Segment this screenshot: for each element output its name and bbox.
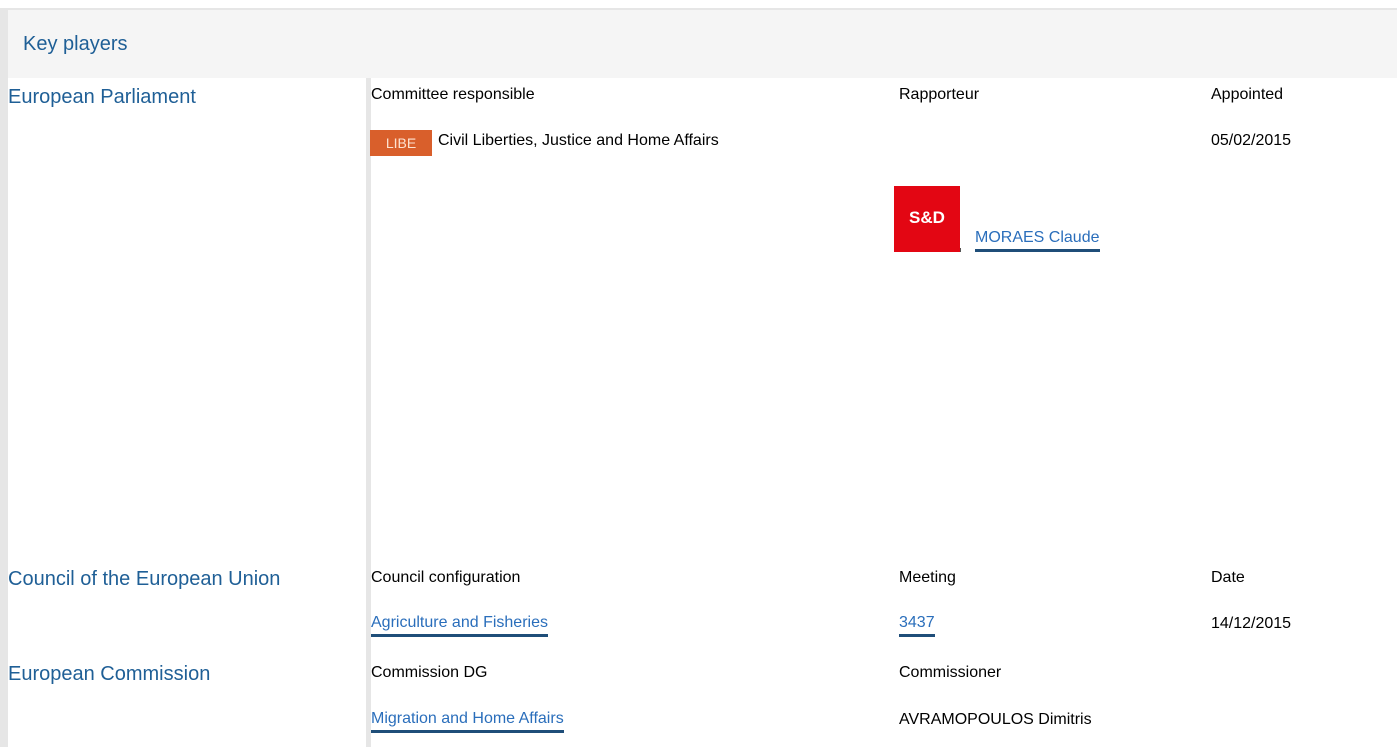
council-configuration-link[interactable]: Agriculture and Fisheries <box>371 614 548 637</box>
column-header-configuration: Council configuration <box>371 569 521 586</box>
panel-title: Key players <box>23 33 128 55</box>
column-header-dg: Commission DG <box>371 664 488 681</box>
section-label-commission: European Commission <box>8 663 211 685</box>
political-group-logo: S&D <box>894 186 960 252</box>
section-label-council: Council of the European Union <box>8 568 281 590</box>
column-header-meeting: Meeting <box>899 569 956 586</box>
panel-left-border <box>0 8 8 747</box>
column-divider <box>366 78 371 747</box>
political-group-logo-text: S&D <box>909 208 945 227</box>
key-players-panel: Key players European Parliament Committe… <box>0 0 1397 747</box>
section-label-parliament: European Parliament <box>8 86 196 108</box>
column-header-committee: Committee responsible <box>371 86 535 103</box>
appointed-date: 05/02/2015 <box>1211 132 1292 149</box>
panel-header <box>8 10 1397 78</box>
column-header-commissioner: Commissioner <box>899 664 1002 681</box>
meeting-date: 14/12/2015 <box>1211 615 1292 632</box>
column-header-rapporteur: Rapporteur <box>899 86 980 103</box>
logo-mark <box>960 248 961 252</box>
column-header-date: Date <box>1211 569 1245 586</box>
committee-name: Civil Liberties, Justice and Home Affair… <box>438 132 719 149</box>
committee-badge: LIBE <box>370 130 432 156</box>
column-header-appointed: Appointed <box>1211 86 1284 103</box>
commission-dg-link[interactable]: Migration and Home Affairs <box>371 710 564 733</box>
meeting-link[interactable]: 3437 <box>899 614 935 637</box>
rapporteur-link[interactable]: MORAES Claude <box>975 229 1100 252</box>
committee-code: LIBE <box>385 135 417 151</box>
commissioner-name: AVRAMOPOULOS Dimitris <box>899 711 1092 728</box>
